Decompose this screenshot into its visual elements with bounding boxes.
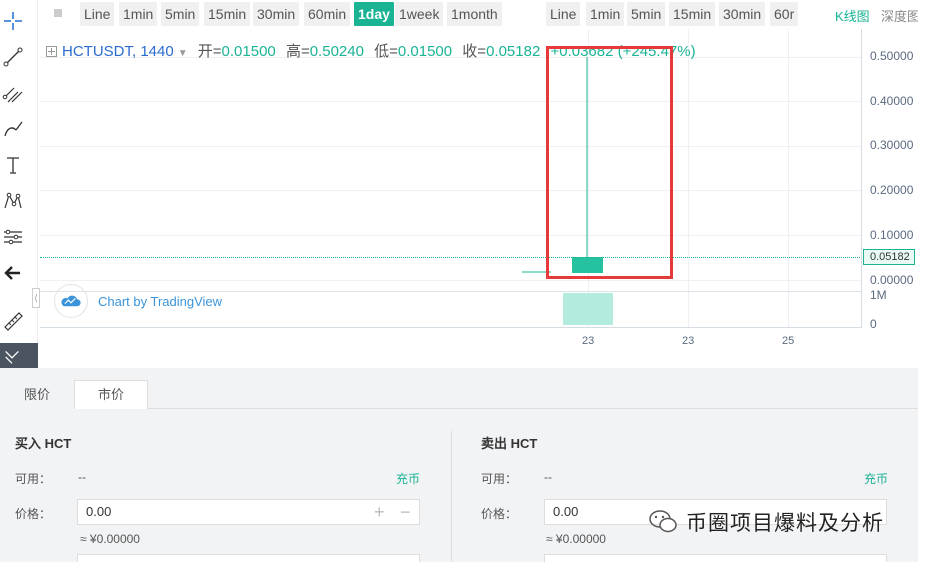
- buy-column: 买入 HCT 可用： -- 充币 价格： 0.00 + − ≈ ¥0.00000: [0, 409, 450, 562]
- buy-price-input[interactable]: 0.00 + −: [77, 499, 420, 525]
- depth-mode-label: 深度图: [881, 9, 921, 24]
- last-price-badge: 0.05182: [863, 249, 915, 265]
- deposit-link[interactable]: 充币: [396, 470, 420, 487]
- crosshair-icon[interactable]: [0, 6, 26, 36]
- time-tick: 23: [582, 335, 595, 347]
- buy-price-value: 0.00: [86, 504, 112, 519]
- kline-mode-tab[interactable]: K线图: [835, 6, 870, 25]
- available-value: --: [78, 470, 86, 484]
- interval-1min[interactable]: 1min: [119, 2, 158, 26]
- brush-icon[interactable]: [0, 114, 26, 144]
- right-edge: [918, 0, 932, 562]
- interval-30min[interactable]: 30min: [253, 2, 300, 26]
- ruler-icon[interactable]: [0, 306, 26, 336]
- interval-1month[interactable]: 1month: [447, 2, 502, 26]
- text-tool-icon[interactable]: [0, 150, 26, 180]
- volume-bar: [563, 293, 613, 325]
- watermark: 币圈项目爆料及分析: [648, 507, 884, 537]
- back-arrow-icon[interactable]: [0, 258, 26, 288]
- price-tick: 0.00000: [870, 273, 914, 287]
- interval-toolbar: Line 1min 5min 15min 30min 60min 1day 1w…: [40, 0, 932, 29]
- pattern-icon[interactable]: [0, 186, 26, 216]
- price-tick: 0.10000: [870, 228, 914, 242]
- tab-limit[interactable]: 限价: [0, 381, 74, 409]
- fib-channel-icon[interactable]: [0, 78, 26, 108]
- interval-15min[interactable]: 15min: [204, 2, 251, 26]
- interval-60min[interactable]: 60min: [304, 2, 351, 26]
- price-label: 价格：: [481, 507, 518, 521]
- trend-line-icon[interactable]: [0, 42, 26, 72]
- interval-1day[interactable]: 1day: [354, 2, 394, 26]
- interval-line[interactable]: Line: [80, 2, 115, 26]
- volume-tick: 1M: [870, 288, 887, 302]
- interval-30min-2[interactable]: 30min: [719, 2, 766, 26]
- interval-1week[interactable]: 1week: [395, 2, 444, 26]
- price-label: 价格：: [15, 507, 52, 521]
- time-axis: [40, 327, 862, 328]
- wechat-icon: [649, 510, 677, 533]
- sell-title: 卖出 HCT: [481, 436, 538, 451]
- volume-tick: 0: [870, 317, 877, 331]
- tradingview-link[interactable]: Chart by TradingView: [98, 294, 222, 309]
- buy-amount-input[interactable]: [77, 554, 420, 562]
- price-chart[interactable]: 0.50000 0.40000 0.30000 0.20000 0.10000 …: [32, 29, 920, 354]
- decrement-icon[interactable]: −: [400, 502, 411, 522]
- price-tick: 0.50000: [870, 49, 914, 63]
- buy-title: 买入 HCT: [15, 436, 72, 451]
- highlight-box: [546, 46, 673, 279]
- available-value: --: [544, 470, 552, 484]
- tradingview-cloud-icon: [54, 284, 88, 318]
- drawing-toolbar: [0, 0, 38, 368]
- watermark-text: 币圈项目爆料及分析: [686, 512, 884, 535]
- sell-price-value: 0.00: [553, 504, 579, 519]
- increment-icon[interactable]: +: [374, 502, 385, 522]
- tradingview-attribution[interactable]: Chart by TradingView: [54, 284, 222, 318]
- available-label: 可用：: [481, 472, 518, 486]
- price-tick: 0.40000: [870, 94, 914, 108]
- interval-line-2[interactable]: Line: [546, 2, 581, 26]
- interval-1min-2[interactable]: 1min: [586, 2, 625, 26]
- menu-square-icon[interactable]: [54, 9, 62, 17]
- collapse-toolbar-handle[interactable]: ⟨: [32, 288, 40, 308]
- tab-market[interactable]: 市价: [74, 380, 148, 409]
- prediction-icon[interactable]: [0, 222, 26, 252]
- magnet-tool[interactable]: [0, 343, 38, 368]
- interval-15min-2[interactable]: 15min: [669, 2, 716, 26]
- sell-column: 卖出 HCT 可用： -- 充币 价格： 0.00 ≈ ¥0.00000: [466, 409, 916, 562]
- column-divider: [451, 431, 452, 562]
- time-tick: 23: [682, 335, 695, 347]
- candle-layer: [522, 57, 603, 273]
- last-price-line: [40, 257, 860, 258]
- interval-60min-2[interactable]: 60r: [770, 2, 799, 26]
- deposit-link[interactable]: 充币: [864, 470, 888, 487]
- interval-5min-2[interactable]: 5min: [627, 2, 666, 26]
- available-label: 可用：: [15, 472, 52, 486]
- sell-amount-input[interactable]: [544, 554, 887, 562]
- price-tick: 0.30000: [870, 138, 914, 152]
- interval-5min[interactable]: 5min: [161, 2, 200, 26]
- order-type-tabs: 限价 市价: [0, 380, 918, 409]
- buy-price-cny: ≈ ¥0.00000: [80, 532, 140, 546]
- price-tick: 0.20000: [870, 183, 914, 197]
- time-tick: 25: [782, 335, 795, 347]
- sell-price-cny: ≈ ¥0.00000: [546, 532, 606, 546]
